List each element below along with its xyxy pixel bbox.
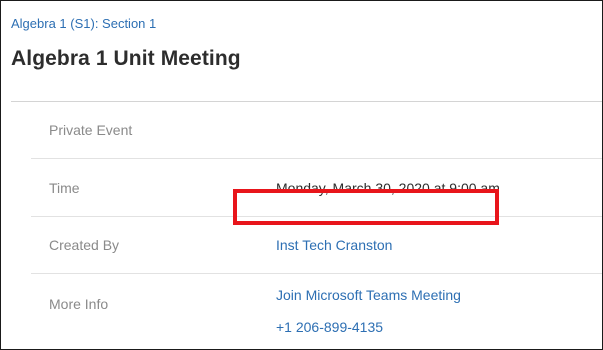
more-info-label: More Info [49,296,109,312]
created-by-label: Created By [49,237,120,253]
page-title: Algebra 1 Unit Meeting [11,47,241,70]
event-type-label: Private Event [49,122,133,138]
dial-in-phone-number[interactable]: +1 206-899-4135 [276,319,383,335]
highlight-annotation-box [233,189,499,225]
more-info-row: More Info Join Microsoft Teams Meeting +… [31,274,602,335]
created-by-row: Created By Inst Tech Cranston [31,217,602,274]
private-event-row: Private Event [31,102,602,159]
breadcrumb-course-link[interactable]: Algebra 1 (S1): Section 1 [11,16,156,31]
join-teams-meeting-link[interactable]: Join Microsoft Teams Meeting [276,287,461,303]
event-details-panel: Algebra 1 (S1): Section 1 Algebra 1 Unit… [0,0,603,350]
created-by-link[interactable]: Inst Tech Cranston [276,237,392,253]
time-label: Time [49,179,80,196]
